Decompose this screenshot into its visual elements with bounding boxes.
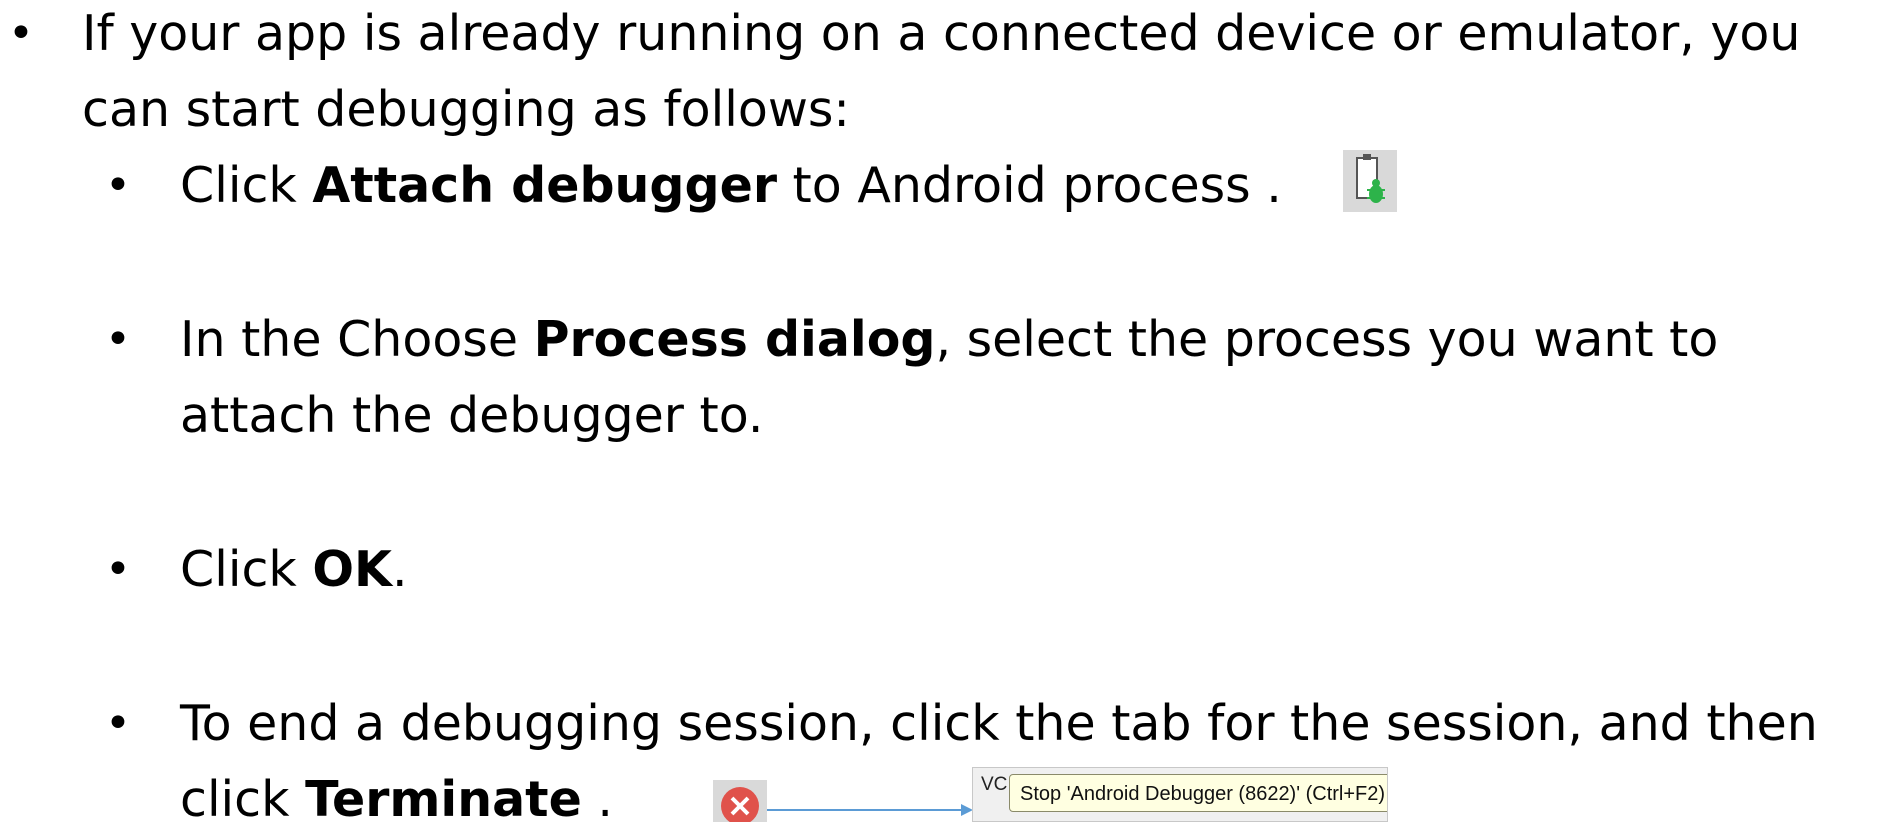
terminate-text-post: . xyxy=(581,771,613,828)
terminate-text-pre: click xyxy=(180,771,306,828)
bullet-dot-attach: • xyxy=(105,160,131,211)
attach-debugger-icon xyxy=(1343,150,1397,212)
tooltip-prefix: VC xyxy=(981,774,1008,795)
terminate-bullet-line-1: To end a debugging session, click the ta… xyxy=(180,686,1818,762)
terminate-icon xyxy=(713,780,767,825)
attach-bullet-line: Click Attach debugger to Android process… xyxy=(180,148,1282,224)
main-bullet-line-1: If your app is already running on a conn… xyxy=(82,0,1800,72)
process-bullet-line-1: In the Choose Process dialog, select the… xyxy=(180,302,1718,378)
bullet-dot-process: • xyxy=(105,314,131,365)
ok-bullet-line: Click OK. xyxy=(180,532,408,608)
process-bullet-line-2: attach the debugger to. xyxy=(180,378,763,454)
terminate-bullet-line-2: click Terminate . xyxy=(180,762,613,838)
arrow-icon xyxy=(767,804,973,816)
process-text-pre: In the Choose xyxy=(180,311,534,368)
bullet-dot-terminate: • xyxy=(105,698,131,749)
attach-text-pre: Click xyxy=(180,157,313,214)
main-bullet-text: If your app is already running on a conn… xyxy=(82,5,1801,62)
terminate-text-bold: Terminate xyxy=(305,771,582,828)
bullet-dot-ok: • xyxy=(105,544,131,595)
bullet-dot-main: • xyxy=(8,8,34,59)
attach-text-bold: Attach debugger xyxy=(312,157,777,214)
ok-text-bold: OK xyxy=(312,541,392,598)
main-bullet-text-2: can start debugging as follows: xyxy=(82,81,850,138)
tooltip-screenshot: VC Stop 'Android Debugger (8622)' (Ctrl+… xyxy=(972,767,1388,822)
ok-text-pre: Click xyxy=(180,541,313,598)
attach-text-post: to Android process . xyxy=(776,157,1282,214)
process-text-line-2: attach the debugger to. xyxy=(180,387,764,444)
terminate-text-line-1: To end a debugging session, click the ta… xyxy=(180,695,1818,752)
process-text-post: , select the process you want to xyxy=(935,311,1719,368)
process-text-bold: Process dialog xyxy=(533,311,936,368)
main-bullet-line-2: can start debugging as follows: xyxy=(82,72,850,148)
ok-text-post: . xyxy=(391,541,408,598)
slide: • If your app is already running on a co… xyxy=(0,0,1903,828)
stop-debugger-tooltip: Stop 'Android Debugger (8622)' (Ctrl+F2) xyxy=(1009,774,1387,812)
